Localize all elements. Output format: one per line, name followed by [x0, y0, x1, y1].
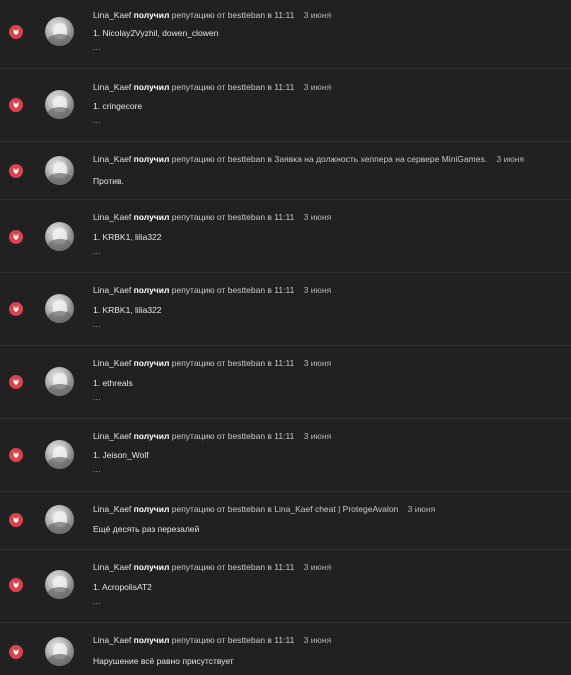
verb-label: получил	[133, 635, 170, 645]
entry-more[interactable]: ...	[93, 466, 101, 474]
verb-label: получил	[133, 431, 170, 441]
entry-text[interactable]: репутацию от bestteban в 11:11	[172, 82, 295, 92]
entry-text[interactable]: репутацию от bestteban в 11:11	[172, 358, 295, 368]
verb-label: получил	[133, 562, 170, 572]
entry-text[interactable]: репутацию от bestteban в 11:11	[172, 285, 295, 295]
entry-more[interactable]: ...	[93, 117, 101, 125]
user-avatar[interactable]	[45, 367, 74, 396]
entry-header: Lina_Kaef получил репутацию от bestteban…	[93, 358, 331, 369]
entry-text[interactable]: репутацию от bestteban в Заявка на должн…	[172, 154, 487, 164]
entry-date: 3 июня	[303, 358, 332, 368]
verb-label: получил	[133, 504, 170, 514]
user-avatar[interactable]	[45, 17, 74, 46]
entry-more[interactable]: ...	[93, 598, 101, 606]
reputation-entry: Lina_Kaef получил репутацию от bestteban…	[0, 0, 571, 69]
reputation-down-icon	[9, 375, 23, 389]
reputation-entry: Lina_Kaef получил репутацию от bestteban…	[0, 492, 571, 550]
reputation-entry: Lina_Kaef получил репутацию от bestteban…	[0, 550, 571, 623]
entry-header: Lina_Kaef получил репутацию от bestteban…	[93, 431, 331, 442]
entry-date: 3 июня	[303, 562, 332, 572]
reputation-down-icon	[9, 513, 23, 527]
entry-header: Lina_Kaef получил репутацию от bestteban…	[93, 562, 331, 573]
user-avatar[interactable]	[45, 505, 74, 534]
username-link[interactable]: Lina_Kaef	[93, 285, 131, 295]
username-link[interactable]: Lina_Kaef	[93, 154, 131, 164]
entry-more[interactable]: ...	[93, 394, 101, 402]
verb-label: получил	[133, 10, 170, 20]
user-avatar[interactable]	[45, 294, 74, 323]
username-link[interactable]: Lina_Kaef	[93, 562, 131, 572]
reputation-down-icon	[9, 448, 23, 462]
entry-header: Lina_Kaef получил репутацию от bestteban…	[93, 154, 524, 165]
entry-date: 3 июня	[303, 431, 332, 441]
username-link[interactable]: Lina_Kaef	[93, 431, 131, 441]
verb-label: получил	[133, 285, 170, 295]
verb-label: получил	[133, 358, 170, 368]
username-link[interactable]: Lina_Kaef	[93, 358, 131, 368]
user-avatar[interactable]	[45, 637, 74, 666]
reputation-down-icon	[9, 230, 23, 244]
user-avatar[interactable]	[45, 222, 74, 251]
reputation-feed: Lina_Kaef получил репутацию от bestteban…	[0, 0, 571, 675]
user-avatar[interactable]	[45, 440, 74, 469]
entry-header: Lina_Kaef получил репутацию от bestteban…	[93, 285, 331, 296]
reputation-entry: Lina_Kaef получил репутацию от bestteban…	[0, 142, 571, 200]
entry-content: 1. KRBK1, lilia322	[93, 305, 162, 315]
entry-text[interactable]: репутацию от bestteban в 11:11	[172, 431, 295, 441]
username-link[interactable]: Lina_Kaef	[93, 504, 131, 514]
reputation-down-icon	[9, 164, 23, 178]
username-link[interactable]: Lina_Kaef	[93, 10, 131, 20]
reputation-down-icon	[9, 98, 23, 112]
entry-content: 1. Nicolay2Vyzhil, dowen_clowen	[93, 28, 219, 38]
reputation-down-icon	[9, 302, 23, 316]
reputation-entry: Lina_Kaef получил репутацию от bestteban…	[0, 346, 571, 419]
entry-text[interactable]: репутацию от bestteban в 11:11	[172, 212, 295, 222]
entry-more[interactable]: ...	[93, 321, 101, 329]
entry-content: Нарушение всё равно присутствует	[93, 656, 234, 666]
entry-content: 1. cringecore	[93, 101, 143, 111]
reputation-down-icon	[9, 578, 23, 592]
reputation-down-icon	[9, 645, 23, 659]
entry-more[interactable]: ...	[93, 248, 101, 256]
entry-more[interactable]: ...	[93, 44, 101, 52]
entry-date: 3 июня	[303, 82, 332, 92]
entry-text[interactable]: репутацию от bestteban в Lina_Kaef cheat…	[172, 504, 399, 514]
user-avatar[interactable]	[45, 156, 74, 185]
entry-text[interactable]: репутацию от bestteban в 11:11	[172, 562, 295, 572]
entry-header: Lina_Kaef получил репутацию от bestteban…	[93, 635, 331, 646]
entry-date: 3 июня	[407, 504, 436, 514]
entry-date: 3 июня	[303, 10, 332, 20]
entry-date: 3 июня	[496, 154, 524, 164]
verb-label: получил	[133, 82, 170, 92]
reputation-entry: Lina_Kaef получил репутацию от bestteban…	[0, 200, 571, 273]
entry-text[interactable]: репутацию от bestteban в 11:11	[172, 10, 295, 20]
entry-header: Lina_Kaef получил репутацию от bestteban…	[93, 10, 331, 21]
entry-content: Ещё десять раз перезалей	[93, 524, 200, 534]
entry-header: Lina_Kaef получил репутацию от bestteban…	[93, 212, 331, 223]
entry-content: 1. Jeison_Wolf	[93, 450, 149, 460]
entry-content: 1. AcropolisAT2	[93, 582, 152, 592]
entry-date: 3 июня	[303, 212, 332, 222]
entry-date: 3 июня	[303, 285, 332, 295]
verb-label: получил	[133, 154, 170, 164]
reputation-entry: Lina_Kaef получил репутацию от bestteban…	[0, 69, 571, 142]
reputation-entry: Lina_Kaef получил репутацию от bestteban…	[0, 419, 571, 492]
entry-header: Lina_Kaef получил репутацию от bestteban…	[93, 504, 435, 515]
user-avatar[interactable]	[45, 570, 74, 599]
entry-content: 1. ethreals	[93, 378, 133, 388]
reputation-entry: Lina_Kaef получил репутацию от bestteban…	[0, 273, 571, 346]
username-link[interactable]: Lina_Kaef	[93, 82, 131, 92]
entry-header: Lina_Kaef получил репутацию от bestteban…	[93, 82, 331, 93]
username-link[interactable]: Lina_Kaef	[93, 635, 131, 645]
entry-content: 1. KRBK1, lilia322	[93, 232, 162, 242]
entry-text[interactable]: репутацию от bestteban в 11:11	[172, 635, 295, 645]
username-link[interactable]: Lina_Kaef	[93, 212, 131, 222]
entry-date: 3 июня	[303, 635, 332, 645]
reputation-down-icon	[9, 25, 23, 39]
verb-label: получил	[133, 212, 170, 222]
entry-content: Против.	[93, 176, 124, 186]
user-avatar[interactable]	[45, 90, 74, 119]
reputation-entry: Lina_Kaef получил репутацию от bestteban…	[0, 623, 571, 675]
